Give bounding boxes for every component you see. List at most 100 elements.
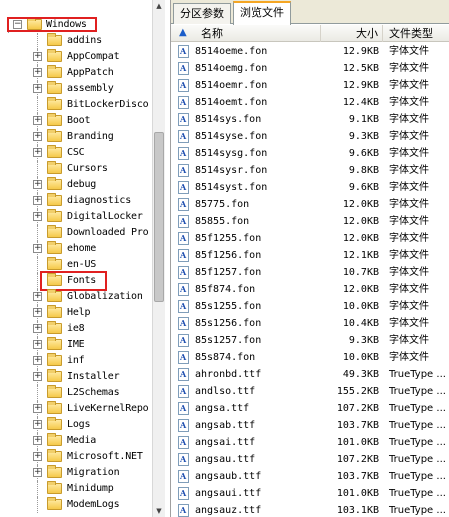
- file-row[interactable]: 8514oemr.fon12.9KB字体文件: [171, 77, 449, 94]
- tree-item[interactable]: + Installer: [0, 369, 152, 385]
- scroll-down-arrow-icon[interactable]: ▼: [153, 505, 165, 517]
- tree-item[interactable]: BitLockerDisco: [0, 97, 152, 113]
- tree-item[interactable]: + debug: [0, 177, 152, 193]
- file-type: 字体文件: [389, 46, 429, 57]
- tree-item[interactable]: addins: [0, 33, 152, 49]
- expand-icon[interactable]: +: [33, 116, 42, 125]
- tree-scrollbar[interactable]: ▲ ▼: [152, 0, 165, 517]
- file-row[interactable]: 8514syse.fon9.3KB字体文件: [171, 128, 449, 145]
- expand-icon[interactable]: +: [33, 212, 42, 221]
- expand-icon[interactable]: +: [33, 404, 42, 413]
- tab-browse-files[interactable]: 浏览文件: [233, 1, 291, 25]
- tree-item[interactable]: ModemLogs: [0, 497, 152, 513]
- file-row[interactable]: 85s1255.fon10.0KB字体文件: [171, 298, 449, 315]
- tree-item[interactable]: L2Schemas: [0, 385, 152, 401]
- expand-icon[interactable]: +: [33, 308, 42, 317]
- file-row[interactable]: angsau.ttf107.2KBTrueType ...: [171, 451, 449, 468]
- tree-item[interactable]: + Media: [0, 433, 152, 449]
- tree-item[interactable]: + Boot: [0, 113, 152, 129]
- tree-item[interactable]: + ehome: [0, 241, 152, 257]
- file-row[interactable]: 85f1256.fon12.1KB字体文件: [171, 247, 449, 264]
- scroll-thumb[interactable]: [154, 132, 164, 302]
- file-row[interactable]: angsaub.ttf103.7KBTrueType ...: [171, 468, 449, 485]
- file-row[interactable]: 85775.fon12.0KB字体文件: [171, 196, 449, 213]
- tree-item[interactable]: + assembly: [0, 81, 152, 97]
- tab-partition-params[interactable]: 分区参数: [173, 3, 231, 24]
- tree-item-label: ModemLogs: [67, 499, 120, 510]
- expand-icon[interactable]: +: [33, 52, 42, 61]
- tree-item[interactable]: Cursors: [0, 161, 152, 177]
- file-type: 字体文件: [389, 148, 429, 159]
- tree-line: [37, 257, 38, 273]
- folder-icon: [47, 337, 62, 350]
- file-row[interactable]: 8514oemg.fon12.5KB字体文件: [171, 60, 449, 77]
- tree-item[interactable]: + AppPatch: [0, 65, 152, 81]
- file-type: 字体文件: [389, 182, 429, 193]
- expand-icon[interactable]: +: [33, 356, 42, 365]
- file-row[interactable]: ahronbd.ttf49.3KBTrueType ...: [171, 366, 449, 383]
- tree-item[interactable]: + Help: [0, 305, 152, 321]
- file-row[interactable]: 8514sysr.fon9.8KB字体文件: [171, 162, 449, 179]
- tree-item[interactable]: + Migration: [0, 465, 152, 481]
- expand-icon[interactable]: +: [33, 68, 42, 77]
- expand-icon[interactable]: +: [33, 324, 42, 333]
- file-row[interactable]: 85f1257.fon10.7KB字体文件: [171, 264, 449, 281]
- expand-icon[interactable]: +: [33, 148, 42, 157]
- tree-item[interactable]: + Logs: [0, 417, 152, 433]
- expand-icon[interactable]: +: [33, 468, 42, 477]
- tree-item[interactable]: + DigitalLocker: [0, 209, 152, 225]
- tree-item[interactable]: Minidump: [0, 481, 152, 497]
- file-type: TrueType ...: [389, 437, 446, 448]
- tree-item[interactable]: + Globalization: [0, 289, 152, 305]
- expand-icon[interactable]: +: [33, 452, 42, 461]
- expand-icon[interactable]: +: [33, 340, 42, 349]
- file-type: 字体文件: [389, 114, 429, 125]
- tree-item[interactable]: + CSC: [0, 145, 152, 161]
- tree-item[interactable]: Fonts: [0, 271, 152, 291]
- column-header-type[interactable]: 文件类型: [383, 25, 449, 42]
- tree-item[interactable]: + diagnostics: [0, 193, 152, 209]
- file-row[interactable]: 85855.fon12.0KB字体文件: [171, 213, 449, 230]
- scroll-up-arrow-icon[interactable]: ▲: [153, 0, 165, 12]
- file-row[interactable]: 85f1255.fon12.0KB字体文件: [171, 230, 449, 247]
- column-header-name[interactable]: ▲ 名称: [171, 25, 321, 42]
- file-row[interactable]: 8514oeme.fon12.9KB字体文件: [171, 43, 449, 60]
- tree-item[interactable]: + AppCompat: [0, 49, 152, 65]
- file-row[interactable]: angsauz.ttf103.1KBTrueType ...: [171, 502, 449, 517]
- expand-icon[interactable]: +: [33, 420, 42, 429]
- tree-item[interactable]: − Windows: [0, 17, 152, 33]
- tree-item[interactable]: + inf: [0, 353, 152, 369]
- file-row[interactable]: angsaui.ttf101.0KBTrueType ...: [171, 485, 449, 502]
- tree-item[interactable]: + ie8: [0, 321, 152, 337]
- tree-line: [37, 497, 38, 513]
- file-row[interactable]: 85s1257.fon9.3KB字体文件: [171, 332, 449, 349]
- tree-item[interactable]: + Branding: [0, 129, 152, 145]
- file-row[interactable]: 8514syst.fon9.6KB字体文件: [171, 179, 449, 196]
- file-row[interactable]: 8514sys.fon9.1KB字体文件: [171, 111, 449, 128]
- expand-icon[interactable]: +: [33, 372, 42, 381]
- file-row[interactable]: 85f874.fon12.0KB字体文件: [171, 281, 449, 298]
- file-row[interactable]: angsa.ttf107.2KBTrueType ...: [171, 400, 449, 417]
- expand-icon[interactable]: +: [33, 436, 42, 445]
- expand-icon[interactable]: +: [33, 84, 42, 93]
- file-type: 字体文件: [389, 352, 429, 363]
- file-row[interactable]: 85s1256.fon10.4KB字体文件: [171, 315, 449, 332]
- tree-item[interactable]: Downloaded Pro: [0, 225, 152, 241]
- file-row[interactable]: 85s874.fon10.0KB字体文件: [171, 349, 449, 366]
- column-header-size[interactable]: 大小: [321, 25, 383, 42]
- expand-icon[interactable]: +: [33, 196, 42, 205]
- file-type: 字体文件: [389, 318, 429, 329]
- file-row[interactable]: 8514oemt.fon12.4KB字体文件: [171, 94, 449, 111]
- expand-icon[interactable]: +: [33, 180, 42, 189]
- tree-item[interactable]: + IME: [0, 337, 152, 353]
- expand-icon[interactable]: +: [33, 292, 42, 301]
- file-row[interactable]: 8514sysg.fon9.6KB字体文件: [171, 145, 449, 162]
- file-row[interactable]: angsai.ttf101.0KBTrueType ...: [171, 434, 449, 451]
- expand-icon[interactable]: +: [33, 244, 42, 253]
- file-row[interactable]: angsab.ttf103.7KBTrueType ...: [171, 417, 449, 434]
- folder-icon: [47, 369, 62, 382]
- tree-item[interactable]: + LiveKernelRepo: [0, 401, 152, 417]
- expand-icon[interactable]: +: [33, 132, 42, 141]
- tree-item[interactable]: + Microsoft.NET: [0, 449, 152, 465]
- file-row[interactable]: andlso.ttf155.2KBTrueType ...: [171, 383, 449, 400]
